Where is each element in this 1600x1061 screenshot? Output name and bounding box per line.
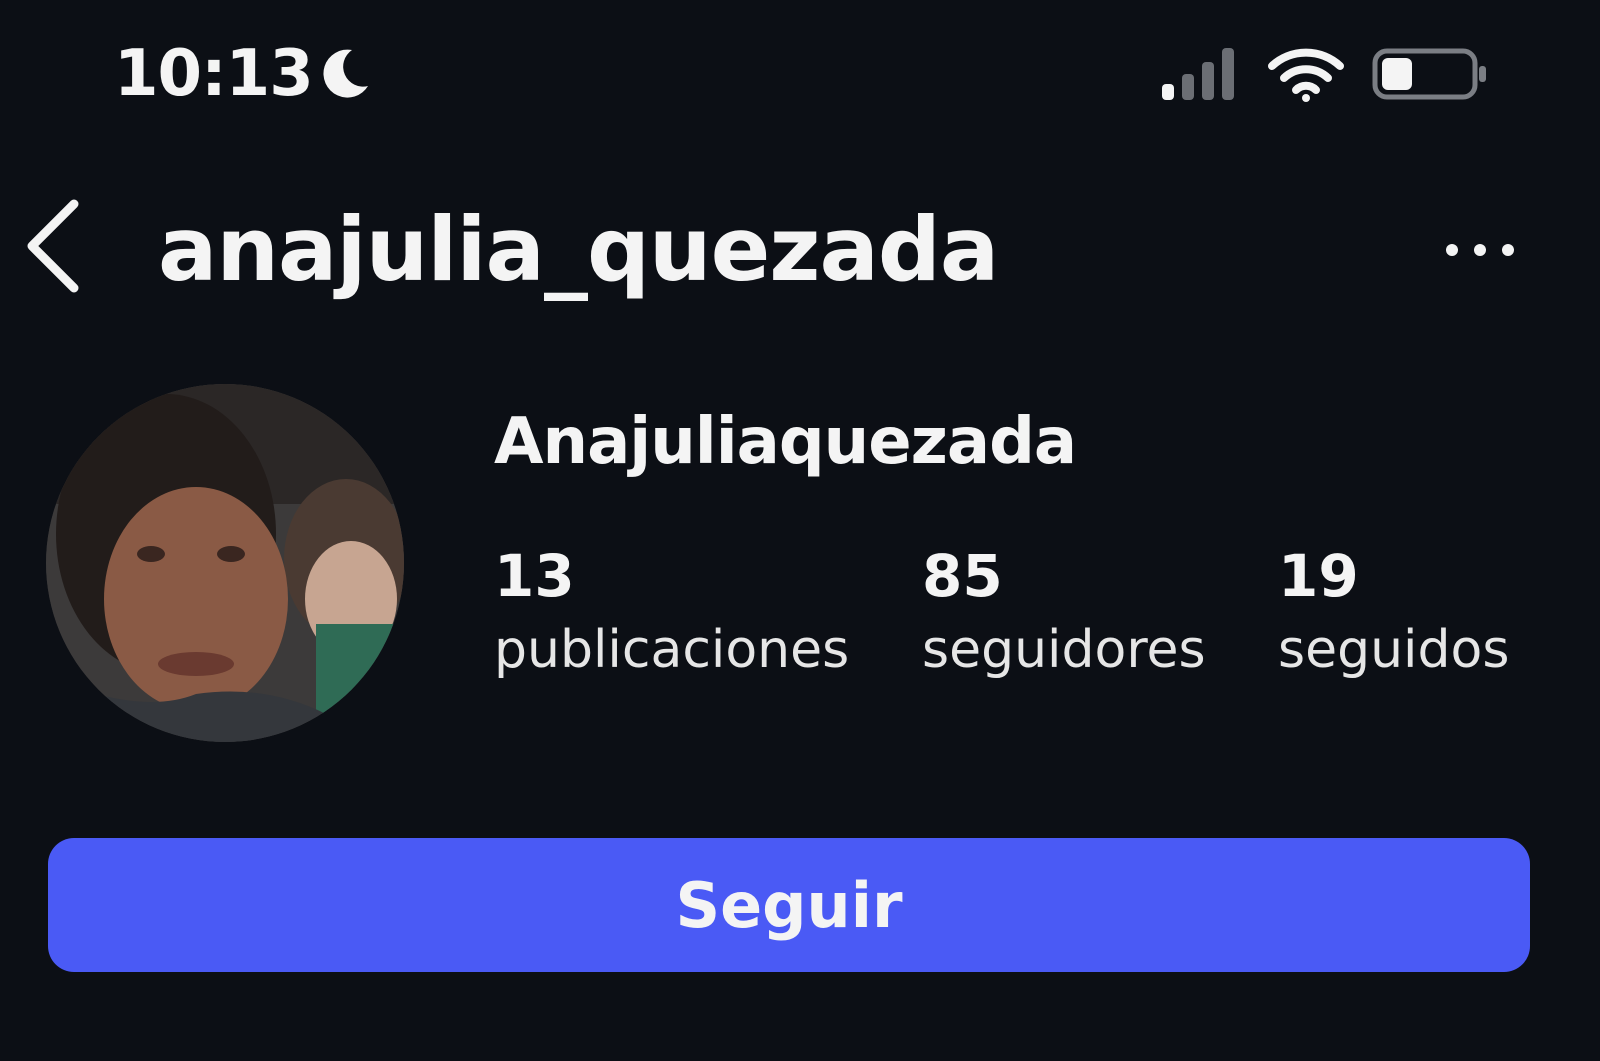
stat-posts-label: publicaciones <box>494 620 850 680</box>
signal-icon <box>1162 48 1234 100</box>
chevron-left-icon[interactable] <box>18 196 90 296</box>
moon-icon <box>323 49 368 98</box>
stat-following[interactable]: 19 seguidos <box>1278 540 1509 688</box>
wifi-icon <box>1268 48 1344 102</box>
avatar[interactable] <box>46 384 404 742</box>
stat-followers-count: 85 <box>922 542 1003 610</box>
profile-photo <box>46 384 404 742</box>
battery-icon <box>1372 48 1486 100</box>
stat-followers[interactable]: 85 seguidores <box>922 540 1206 688</box>
more-horizontal-icon[interactable] <box>1440 230 1520 270</box>
stat-followers-label: seguidores <box>922 620 1206 680</box>
stat-following-label: seguidos <box>1278 620 1510 680</box>
profile-username: anajulia_quezada <box>158 198 999 301</box>
stat-posts[interactable]: 13 publicaciones <box>494 540 849 688</box>
display-name: Anajuliaquezada <box>494 405 1077 479</box>
follow-button[interactable]: Seguir <box>48 838 1530 972</box>
profile-screen: 10:13 anajulia_quezada Anajuliaquezada 1… <box>0 0 1600 1061</box>
stat-following-count: 19 <box>1278 542 1359 610</box>
status-time: 10:13 <box>114 37 314 111</box>
stat-posts-count: 13 <box>494 542 575 610</box>
